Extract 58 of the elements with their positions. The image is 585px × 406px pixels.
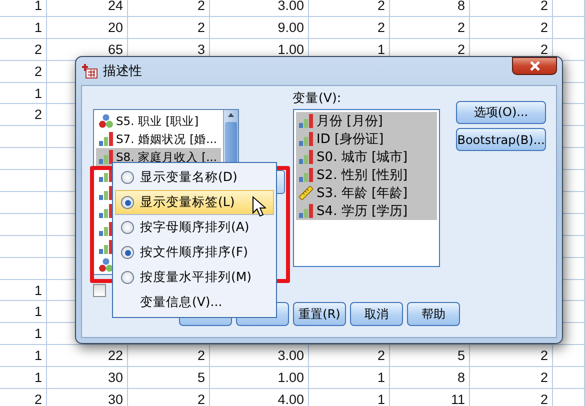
- variable-label: S4. 学历 [学历]: [316, 203, 408, 220]
- table-cell: 1: [34, 348, 42, 364]
- table-cell: 4.00: [278, 392, 304, 406]
- table-cell: 30: [108, 370, 123, 386]
- table-cell: 2: [377, 348, 385, 364]
- variable-label: S3. 年龄 [年龄]: [316, 185, 408, 202]
- table-cell: 2: [540, 392, 548, 406]
- table-cell: 3.00: [278, 0, 304, 13]
- table-cell: 1: [34, 86, 42, 100]
- variable-label: S5. 职业 [职业]: [116, 114, 199, 128]
- table-cell: 1: [34, 20, 42, 35]
- table-cell: 2: [34, 42, 42, 57]
- variable-label: S0. 城市 [城市]: [316, 149, 408, 166]
- table-cell: 3: [197, 42, 205, 57]
- table-cell: 3.00: [278, 348, 304, 364]
- table-cell: 30: [108, 392, 123, 406]
- table-cell: 2: [540, 20, 548, 35]
- table-cell: 2: [457, 20, 465, 35]
- table-cell: 2: [197, 348, 205, 364]
- target-list-label: 变量(V):: [292, 92, 342, 103]
- variable-label: S7. 婚姻状况 [婚...: [116, 132, 218, 146]
- table-cell: 1: [377, 42, 385, 57]
- table-cell: 2: [377, 20, 385, 35]
- table-cell: 1.00: [278, 42, 304, 57]
- table-cell: 8: [457, 370, 465, 386]
- table-cell: 9.00: [278, 20, 304, 35]
- table-cell: 2: [540, 42, 548, 57]
- table-cell: 5: [197, 370, 205, 386]
- table-cell: 2: [540, 0, 548, 13]
- table-cell: 2: [197, 20, 205, 35]
- table-cell: 1: [377, 370, 385, 386]
- table-cell: 2: [457, 42, 465, 57]
- table-cell: 2: [197, 392, 205, 406]
- table-cell: 1: [34, 370, 42, 386]
- table-cell: 1: [34, 326, 42, 342]
- table-cell: 2: [34, 107, 42, 122]
- table-cell: 1: [377, 392, 385, 406]
- variable-label: S2. 性别 [性别]: [316, 167, 408, 184]
- table-cell: 2: [540, 348, 548, 364]
- table-cell: 1: [34, 304, 42, 320]
- table-cell: 2: [34, 392, 42, 406]
- variable-label: ID [身份证]: [316, 131, 384, 148]
- table-cell: 1: [34, 0, 42, 13]
- table-cell: 24: [108, 0, 123, 13]
- table-cell: 2: [540, 370, 548, 386]
- table-cell: 1.00: [278, 370, 304, 386]
- table-cell: 1: [34, 282, 42, 298]
- table-cell: 5: [457, 348, 465, 364]
- table-cell: 2: [377, 0, 385, 13]
- table-cell: 2: [197, 0, 205, 13]
- table-cell: 22: [108, 348, 123, 364]
- table-cell: 20: [108, 20, 123, 35]
- variable-label: 月份 [月份]: [316, 113, 383, 130]
- window-title: 描述性: [103, 63, 142, 80]
- table-cell: 11: [450, 392, 465, 406]
- table-cell: 8: [457, 0, 465, 13]
- table-cell: 2: [34, 64, 42, 79]
- table-cell: 65: [108, 42, 123, 57]
